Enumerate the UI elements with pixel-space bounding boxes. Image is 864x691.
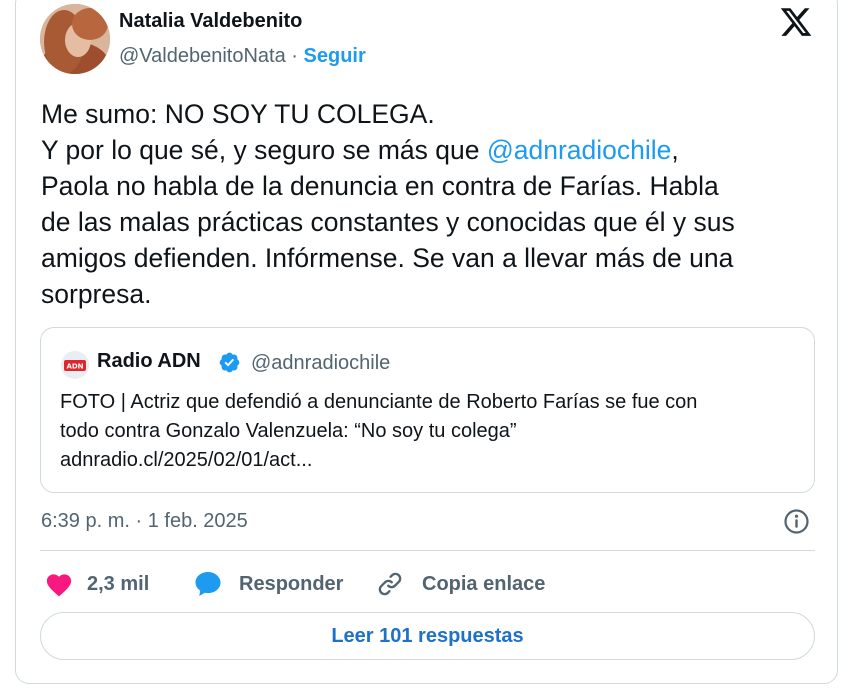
read-replies-button[interactable]: Leer 101 respuestas — [40, 612, 815, 660]
tweet-line: Me sumo: NO SOY TU COLEGA. — [41, 99, 435, 129]
quoted-link[interactable]: adnradio.cl/2025/02/01/act... — [60, 446, 800, 475]
quoted-author-name: Radio ADN — [97, 350, 201, 372]
quoted-tweet[interactable]: ADN Radio ADN @adnradiochile FOTO | Actr… — [40, 327, 815, 493]
mention-suffix: , — [671, 135, 679, 165]
tweet-text: Me sumo: NO SOY TU COLEGA. Y por lo que … — [41, 96, 821, 312]
verified-icon — [218, 351, 241, 374]
divider — [40, 550, 815, 551]
logo-text: ADN — [66, 363, 83, 371]
author-name[interactable]: Natalia Valdebenito — [119, 10, 302, 33]
tweet-line-text: Y por lo que sé, y seguro se más que — [41, 135, 487, 165]
separator-dot: · — [291, 45, 298, 67]
reply-bubble-icon — [193, 568, 225, 600]
tweet-line: sorpresa. — [41, 279, 152, 309]
heart-icon — [45, 569, 75, 599]
tweet-line: Paola no habla de la denuncia en contra … — [41, 171, 719, 201]
author-handle[interactable]: @ValdebenitoNata — [119, 45, 286, 67]
quoted-text-line: todo contra Gonzalo Valenzuela: “No soy … — [60, 420, 517, 442]
mention-link[interactable]: @adnradiochile — [487, 135, 672, 165]
quoted-text: FOTO | Actriz que defendió a denunciante… — [60, 388, 800, 475]
x-logo-icon[interactable] — [779, 5, 813, 39]
quoted-author-handle: @adnradiochile — [251, 352, 391, 374]
timestamp[interactable]: 6:39 p. m. · 1 feb. 2025 — [41, 510, 248, 533]
like-count: 2,3 mil — [87, 572, 150, 595]
copy-link-label: Copia enlace — [422, 572, 546, 595]
link-icon — [376, 569, 406, 599]
reply-button[interactable]: Responder — [193, 566, 343, 602]
quoted-text-line: FOTO | Actriz que defendió a denunciante… — [60, 391, 698, 413]
tweet-line: de las malas prácticas constantes y cono… — [41, 207, 735, 237]
author-handle-row: @ValdebenitoNata · Seguir — [119, 45, 366, 68]
reply-label: Responder — [239, 572, 344, 595]
like-button[interactable]: 2,3 mil — [45, 566, 149, 602]
radio-adn-logo-icon: ADN — [61, 351, 89, 379]
follow-button[interactable]: Seguir — [304, 45, 366, 67]
avatar[interactable] — [40, 4, 110, 74]
copy-link-button[interactable]: Copia enlace — [376, 566, 545, 602]
action-bar: 2,3 mil Responder Copia enlace — [40, 566, 815, 602]
info-icon[interactable] — [783, 508, 810, 535]
tweet-line: amigos defienden. Infórmense. Se van a l… — [41, 243, 734, 273]
tweet-line: Y por lo que sé, y seguro se más que @ad… — [41, 132, 821, 168]
